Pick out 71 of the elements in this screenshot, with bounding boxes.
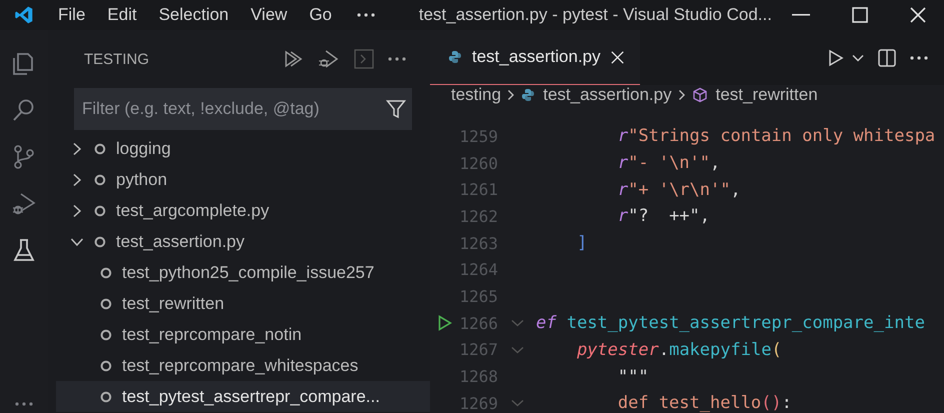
python-file-icon (448, 50, 462, 64)
cube-icon (692, 87, 708, 103)
menu-item[interactable]: View (240, 5, 298, 25)
run-test-icon[interactable] (438, 315, 452, 332)
run-debug-icon[interactable] (11, 191, 37, 217)
run-all-icon[interactable] (284, 50, 304, 68)
flask-icon[interactable] (11, 238, 37, 264)
menu-item[interactable]: Selection (148, 5, 240, 25)
code-line: pytester.makepyfile( (576, 340, 782, 360)
chevron-right-icon (678, 89, 686, 101)
debug-all-icon[interactable] (318, 49, 340, 69)
tree-item[interactable]: test_argcomplete.py (56, 195, 430, 226)
code-line: def test_hello(): (616, 393, 792, 413)
chevron-right-icon (507, 89, 516, 101)
breadcrumb-item[interactable]: test_assertion.py (543, 85, 672, 105)
filter-field[interactable]: Filter (e.g. text, !exclude, @tag) (74, 88, 412, 130)
tree-item[interactable]: test_python25_compile_issue257 (56, 257, 430, 288)
editor-tab[interactable]: test_assertion.py (430, 30, 640, 85)
menu-item[interactable]: Go (298, 5, 343, 25)
status-circle-icon (100, 360, 112, 372)
filter-icon[interactable] (386, 99, 406, 119)
run-icon[interactable] (828, 48, 844, 66)
tree-item[interactable]: test_pytest_assertrepr_compare... (56, 381, 430, 412)
line-number: 1269 (458, 394, 498, 413)
status-circle-icon (94, 142, 106, 154)
line-number: 1266 (458, 314, 498, 333)
status-circle-icon (100, 328, 112, 340)
window-title: test_assertion.py - pytest - Visual Studio Cod... (418, 5, 772, 25)
line-number: 1264 (458, 260, 498, 280)
more-icon[interactable] (388, 57, 406, 61)
app-logo-icon (14, 5, 34, 25)
status-circle-icon (100, 266, 112, 278)
line-number: 1262 (458, 206, 498, 226)
line-number: 1260 (458, 154, 498, 173)
breadcrumb-item[interactable]: test_rewritten (716, 85, 818, 105)
tree-item[interactable]: test_rewritten (56, 288, 430, 319)
close-icon[interactable] (910, 7, 926, 23)
menu-item[interactable]: Edit (96, 5, 148, 25)
line-number: 1259 (458, 126, 498, 146)
code-line: r"+ '\r\n'", (616, 180, 741, 200)
status-circle-icon (94, 204, 106, 216)
breadcrumb-item[interactable]: testing (451, 85, 502, 105)
panel-title: TESTING (84, 50, 150, 68)
tree-item[interactable]: test_reprcompare_notin (56, 319, 430, 350)
tree-item[interactable]: test_reprcompare_whitespaces (56, 350, 430, 381)
code-line: ef test_pytest_assertrepr_compare_inte (536, 313, 925, 334)
status-circle-icon (100, 390, 112, 402)
line-number: 1263 (458, 234, 498, 253)
status-circle-icon (94, 174, 106, 186)
minimize-icon[interactable] (792, 14, 810, 16)
more-icon[interactable] (910, 56, 928, 60)
line-number: 1267 (458, 340, 498, 360)
line-number: 1261 (458, 180, 498, 200)
code-line: """ (616, 366, 649, 387)
line-number: 1265 (458, 286, 498, 306)
status-circle-icon (100, 298, 112, 310)
python-file-icon (521, 88, 536, 102)
code-line: r"? ++", (616, 206, 710, 226)
status-circle-icon (94, 236, 106, 248)
close-tab-icon[interactable] (610, 50, 624, 64)
menu-item[interactable]: File (47, 5, 96, 25)
more-icon[interactable] (356, 13, 375, 17)
code-line: ] (576, 233, 588, 254)
tree-item[interactable]: python (56, 164, 430, 195)
maximize-icon[interactable] (852, 7, 868, 23)
tree-item[interactable]: logging (56, 133, 430, 164)
code-line: r"- '\n'", (616, 153, 720, 174)
split-editor-icon[interactable] (878, 48, 896, 66)
line-number: 1268 (458, 367, 498, 386)
tree-item[interactable]: test_assertion.py (56, 226, 430, 257)
code-line: r"Strings contain only whitespa (616, 126, 936, 146)
